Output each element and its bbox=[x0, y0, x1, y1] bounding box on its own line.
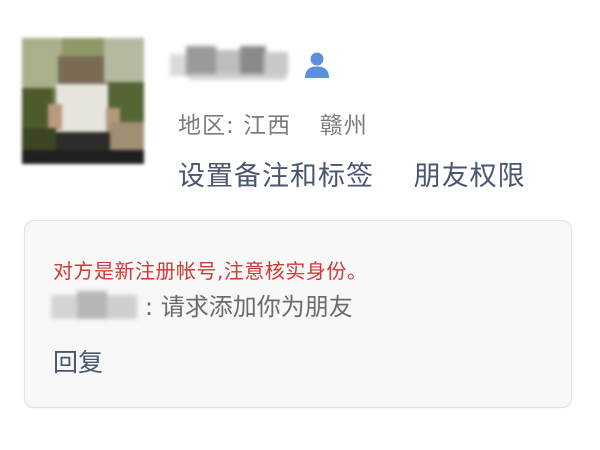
region-label: 地区: bbox=[178, 113, 235, 139]
friend-permissions-link[interactable]: 朋友权限 bbox=[414, 154, 526, 193]
reply-button[interactable]: 回复 bbox=[53, 343, 103, 379]
region-city: 赣州 bbox=[319, 113, 368, 139]
request-message: : 请求添加你为朋友 bbox=[51, 287, 353, 322]
friend-request-card: 对方是新注册帐号,注意核实身份。 : 请求添加你为朋友 回复 bbox=[24, 220, 572, 408]
nickname-mosaic bbox=[170, 42, 290, 80]
region-province: 江西 bbox=[243, 113, 292, 139]
contact-profile-page: 地区: 江西 赣州 设置备注和标签 朋友权限 对方是新注册帐号,注意核实身份。 … bbox=[0, 0, 600, 450]
set-remark-tags-link[interactable]: 设置备注和标签 bbox=[178, 154, 374, 193]
avatar[interactable] bbox=[22, 38, 144, 164]
request-text: : 请求添加你为朋友 bbox=[145, 293, 353, 321]
sender-name-mosaic bbox=[51, 289, 143, 321]
profile-actions: 设置备注和标签 朋友权限 bbox=[178, 154, 526, 193]
region-info: 地区: 江西 赣州 bbox=[178, 106, 368, 140]
new-account-warning: 对方是新注册帐号,注意核实身份。 bbox=[53, 259, 368, 283]
person-icon bbox=[305, 52, 329, 78]
